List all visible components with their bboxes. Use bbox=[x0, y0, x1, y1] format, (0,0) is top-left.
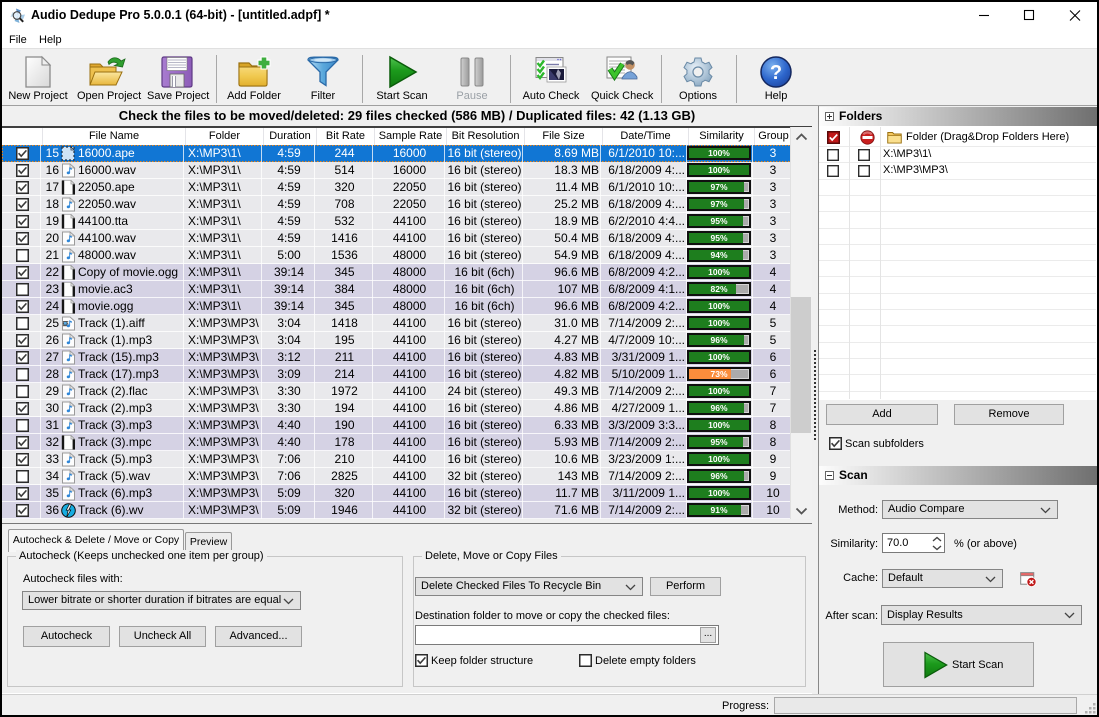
svg-text:?: ? bbox=[770, 62, 782, 84]
